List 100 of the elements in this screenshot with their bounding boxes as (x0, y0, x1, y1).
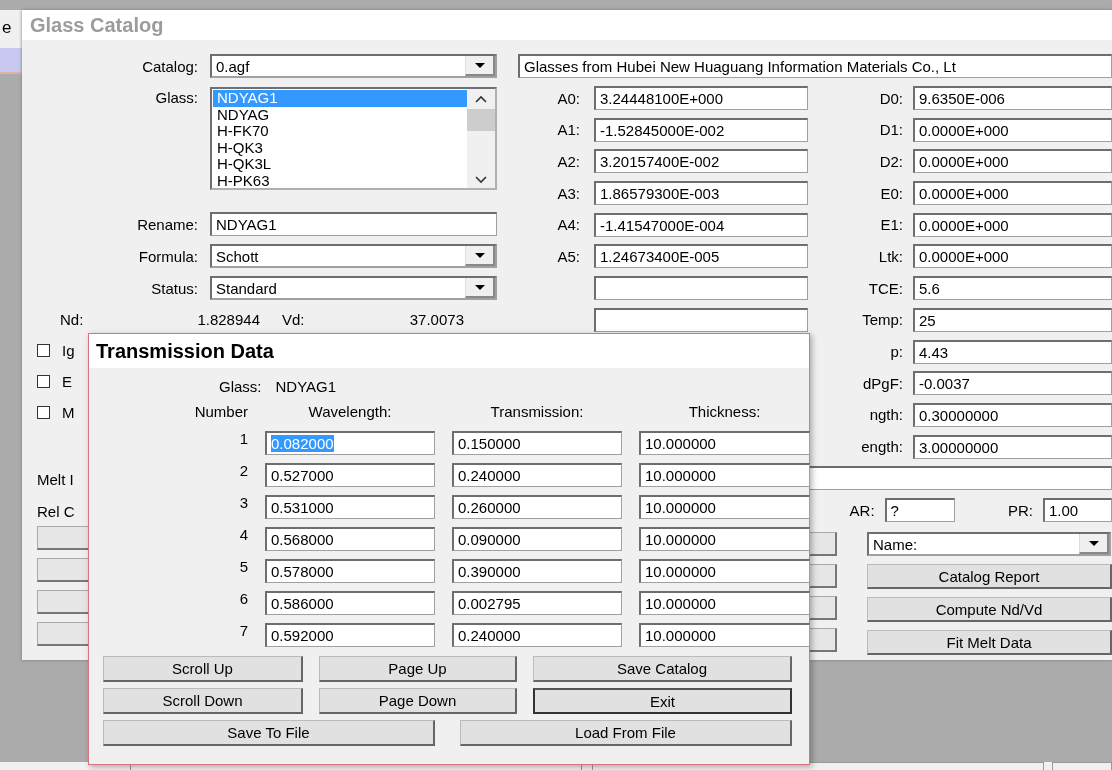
thickness-field[interactable]: 10.000000 (639, 527, 810, 551)
row-number: 7 (239, 623, 248, 639)
pr-field[interactable]: 1.00 (1043, 498, 1112, 523)
row-number: 2 (239, 463, 248, 479)
wavelength-field[interactable]: 0.568000 (265, 527, 435, 551)
action-button[interactable]: Fit Melt Data (867, 630, 1112, 656)
field-label: E0: (879, 184, 904, 202)
scrollbar-thumb[interactable] (467, 109, 495, 131)
coefficient-field[interactable]: -1.52845000E-002 (594, 117, 808, 142)
coefficient-field[interactable]: 0.30000000 (913, 402, 1112, 427)
checkbox-label: Ig (62, 342, 75, 359)
coefficient-field[interactable]: 1.86579300E-003 (594, 181, 808, 206)
rename-field[interactable]: NDYAG1 (210, 212, 497, 236)
field-label: Vd: (281, 310, 306, 328)
dialog-button[interactable]: Scroll Up (103, 656, 303, 682)
transmission-field[interactable]: 0.390000 (452, 559, 622, 583)
empty-field[interactable] (594, 307, 808, 332)
glass-list[interactable]: NDYAG1 NDYAG H-FK70 H-QK3 H-QK3L H-PK63 (210, 87, 497, 190)
field-label: ength: (860, 438, 904, 456)
field-label: A3: (556, 184, 580, 202)
dialog-button[interactable]: Save Catalog (533, 656, 792, 682)
ar-field[interactable]: ? (884, 498, 955, 523)
transmission-field[interactable]: 0.090000 (452, 527, 622, 551)
vd-value: 37.0073 (408, 310, 464, 328)
glass-list-item[interactable]: H-PK63 (213, 172, 467, 188)
description-field[interactable]: Glasses from Hubei New Huaguang Information Materials Co., Lt (518, 54, 1112, 78)
dialog-button[interactable]: Page Up (319, 656, 517, 682)
wavelength-field[interactable]: 0.578000 (265, 559, 435, 583)
coefficient-field[interactable]: 0.0000E+000 (913, 181, 1112, 206)
thickness-field[interactable]: 10.000000 (639, 623, 810, 647)
coefficient-field[interactable]: 0.0000E+000 (913, 149, 1112, 174)
field-label: D0: (878, 89, 904, 107)
checkbox[interactable] (37, 344, 50, 357)
wavelength-field[interactable]: 0.531000 (265, 495, 435, 519)
row-number: 5 (239, 559, 248, 575)
window-title: Glass Catalog (30, 13, 164, 38)
background-window-text: e (2, 18, 12, 38)
coefficient-field[interactable]: 0.0000E+000 (913, 117, 1112, 142)
coefficient-field[interactable]: 4.43 (913, 339, 1112, 364)
sort-dropdown[interactable]: Name: (867, 532, 1111, 557)
catalog-dropdown[interactable]: 0.agf (210, 54, 497, 78)
coefficient-field[interactable]: 3.20157400E-002 (594, 149, 808, 174)
checkbox[interactable] (37, 375, 50, 388)
row-number: 1 (239, 431, 248, 447)
column-header: Thickness: (687, 402, 762, 422)
thickness-field[interactable]: 10.000000 (639, 463, 810, 487)
dialog-button[interactable]: Exit (533, 688, 792, 714)
field-label: ngth: (868, 406, 904, 424)
field-label: Status: (150, 279, 199, 297)
checkbox-label: M (62, 404, 75, 421)
field-label: A0: (556, 89, 580, 107)
transmission-field[interactable]: 0.240000 (452, 463, 622, 487)
thickness-field[interactable]: 10.000000 (639, 559, 810, 583)
checkbox[interactable] (37, 406, 50, 419)
glass-list-item[interactable]: NDYAG (213, 106, 467, 123)
column-header: Transmission: (489, 402, 585, 422)
column-header: Wavelength: (307, 402, 393, 422)
coefficient-field[interactable]: 0.0000E+000 (913, 212, 1112, 237)
glass-list-item[interactable]: H-QK3 (213, 139, 467, 156)
field-label: PR: (1007, 501, 1034, 519)
scrollbar[interactable] (467, 89, 495, 188)
dialog-button[interactable]: Page Down (319, 688, 517, 714)
dialog-button[interactable]: Load From File (460, 720, 792, 746)
coefficient-field[interactable]: 3.00000000 (913, 434, 1112, 459)
dialog-button[interactable]: Save To File (103, 720, 435, 746)
transmission-field[interactable]: 0.240000 (452, 623, 622, 647)
coefficient-field[interactable]: -0.0037 (913, 371, 1112, 396)
field-label: Formula: (137, 247, 199, 265)
row-number: 6 (239, 591, 248, 607)
status-dropdown[interactable]: Standard (210, 276, 497, 300)
coefficient-field[interactable]: 1.24673400E-005 (594, 244, 808, 269)
wavelength-field[interactable]: 0.527000 (265, 463, 435, 487)
wavelength-field[interactable]: 0.592000 (265, 623, 435, 647)
field-label: TCE: (867, 279, 904, 297)
action-button[interactable]: Catalog Report (867, 564, 1112, 590)
transmission-field[interactable]: 0.002795 (452, 591, 622, 615)
field-label: A4: (556, 216, 580, 234)
transmission-field[interactable]: 0.150000 (452, 431, 622, 455)
coefficient-field[interactable]: 0.0000E+000 (913, 244, 1112, 269)
coefficient-field[interactable]: 3.24448100E+000 (594, 86, 808, 110)
coefficient-field[interactable]: 5.6 (913, 276, 1112, 301)
formula-dropdown[interactable]: Schott (210, 244, 497, 268)
thickness-field[interactable]: 10.000000 (639, 591, 810, 615)
status-panel (1052, 762, 1112, 770)
thickness-field[interactable]: 10.000000 (639, 431, 810, 455)
coefficient-field[interactable]: -1.41547000E-004 (594, 212, 808, 237)
transmission-field[interactable]: 0.260000 (452, 495, 622, 519)
field-label: Rename: (136, 215, 199, 233)
field-label: E1: (879, 216, 904, 234)
empty-field[interactable] (594, 276, 808, 301)
coefficient-field[interactable]: 25 (913, 307, 1112, 332)
glass-list-item[interactable]: H-QK3L (213, 156, 467, 173)
wavelength-field[interactable]: 0.586000 (265, 591, 435, 615)
coefficient-field[interactable]: 9.6350E-006 (913, 86, 1112, 110)
dialog-button[interactable]: Scroll Down (103, 688, 303, 714)
field-label: Catalog: (141, 57, 199, 75)
glass-list-item[interactable]: H-FK70 (213, 123, 467, 140)
nd-value: 1.828944 (196, 310, 260, 328)
action-button[interactable]: Compute Nd/Vd (867, 597, 1112, 623)
thickness-field[interactable]: 10.000000 (639, 495, 810, 519)
